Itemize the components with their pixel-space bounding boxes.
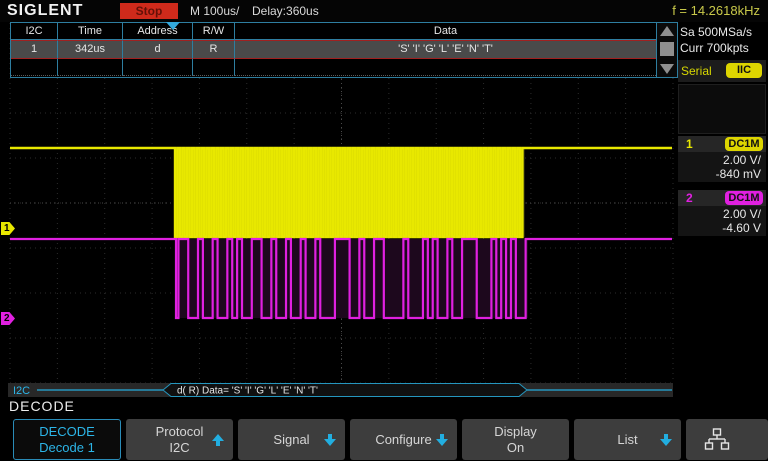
table-header-data: Data: [235, 23, 656, 40]
trigger-delay-readout: Delay:360us: [252, 4, 319, 18]
oscilloscope-screen: { "top_bar": { "brand": "SIGLENT", "run_…: [0, 0, 768, 461]
softkey-display-label: Display: [494, 424, 537, 440]
channel1-scale-readout: 2.00 V/: [723, 153, 761, 167]
serial-decode-status[interactable]: Serial IIC: [678, 60, 766, 82]
softkey-list-label: List: [617, 432, 637, 448]
channel2-scale-readout: 2.00 V/: [723, 207, 761, 221]
table-cell-time[interactable]: 342us: [58, 40, 123, 59]
brand-logo: SIGLENT: [7, 2, 83, 20]
table-header-time: Time: [58, 23, 123, 40]
top-status-bar: SIGLENT Stop M 100us/ Delay:360us f = 14…: [0, 0, 768, 22]
table-header-rw: R/W: [193, 23, 235, 40]
channel2-number: 2: [686, 191, 693, 205]
scrollbar-thumb[interactable]: [660, 42, 674, 56]
decode-event-table: I2C Time Address R/W Data 1 342us d R 'S…: [10, 22, 678, 78]
channel1-number: 1: [686, 137, 693, 151]
softkey-signal[interactable]: Signal: [238, 419, 345, 460]
channel2-info-box[interactable]: 2 DC1M 2.00 V/ -4.60 V: [678, 190, 766, 236]
decode-bus-lane: I2C d( R) Data= 'S' 'I' 'G' 'L' 'E' 'N' …: [0, 382, 768, 398]
softkey-configure-label: Configure: [375, 432, 431, 448]
channel2-offset-readout: -4.60 V: [722, 221, 761, 235]
softkey-signal-label: Signal: [273, 432, 309, 448]
timebase-readout: M 100us/: [190, 4, 239, 18]
channel1-info-box[interactable]: 1 DC1M 2.00 V/ -840 mV: [678, 136, 766, 182]
table-cell-address[interactable]: d: [123, 40, 193, 59]
table-empty-cell: [235, 59, 656, 76]
table-cell-rw[interactable]: R: [193, 40, 235, 59]
down-arrow-icon: [660, 434, 672, 446]
up-arrow-icon: [212, 434, 224, 446]
bus-label: I2C: [13, 385, 30, 397]
softkey-configure[interactable]: Configure: [350, 419, 457, 460]
trigger-position-marker-icon[interactable]: [166, 22, 180, 30]
scroll-up-icon[interactable]: [660, 26, 674, 36]
table-header-i2c: I2C: [11, 23, 58, 40]
channel1-offset-readout: -840 mV: [716, 167, 761, 181]
softkey-menu-bar: DECODE Decode 1 Protocol I2C Signal Conf…: [0, 417, 768, 461]
right-info-panel: Sa 500MSa/s Curr 700kpts Serial IIC 1 DC…: [676, 22, 768, 383]
down-arrow-icon: [436, 434, 448, 446]
softkey-network[interactable]: [686, 419, 768, 460]
serial-label: Serial: [681, 64, 712, 78]
softkey-protocol[interactable]: Protocol I2C: [126, 419, 233, 460]
table-empty-cell: [193, 59, 235, 76]
memory-depth-readout: Curr 700kpts: [680, 41, 749, 55]
softkey-list[interactable]: List: [574, 419, 681, 460]
softkey-protocol-label: Protocol: [156, 424, 204, 440]
table-empty-cell: [11, 59, 58, 76]
table-scrollbar[interactable]: [656, 23, 677, 77]
softkey-decode-label: DECODE: [39, 424, 95, 440]
channel1-coupling-badge: DC1M: [725, 137, 763, 151]
acquisition-state-badge: Stop: [120, 3, 178, 19]
frequency-counter-readout: f = 14.2618kHz: [672, 3, 760, 18]
table-empty-cell: [123, 59, 193, 76]
softkey-display[interactable]: Display On: [462, 419, 569, 460]
table-cell-index[interactable]: 1: [11, 40, 58, 59]
table-header-address: Address: [123, 23, 193, 40]
info-panel-placeholder: [678, 84, 766, 134]
table-empty-cell: [58, 59, 123, 76]
softkey-display-value: On: [507, 440, 524, 456]
waveform-display-area: 1 2 I2C Time Address R/W Data 1 342us d …: [0, 22, 768, 383]
softkey-protocol-value: I2C: [169, 440, 189, 456]
serial-mode-badge: IIC: [726, 63, 762, 78]
channel2-coupling-badge: DC1M: [725, 191, 763, 205]
menu-section-title: DECODE: [9, 398, 75, 414]
down-arrow-icon: [324, 434, 336, 446]
table-cell-data[interactable]: 'S' 'I' 'G' 'L' 'E' 'N' 'T': [235, 40, 656, 59]
softkey-decode-sublabel: Decode 1: [39, 440, 95, 456]
scroll-down-icon[interactable]: [660, 64, 674, 74]
sample-rate-readout: Sa 500MSa/s: [680, 25, 752, 39]
network-lan-icon: [704, 428, 730, 452]
bus-decoded-text: d( R) Data= 'S' 'I' 'G' 'L' 'E' 'N' 'T': [177, 386, 318, 397]
softkey-decode[interactable]: DECODE Decode 1: [13, 419, 121, 460]
